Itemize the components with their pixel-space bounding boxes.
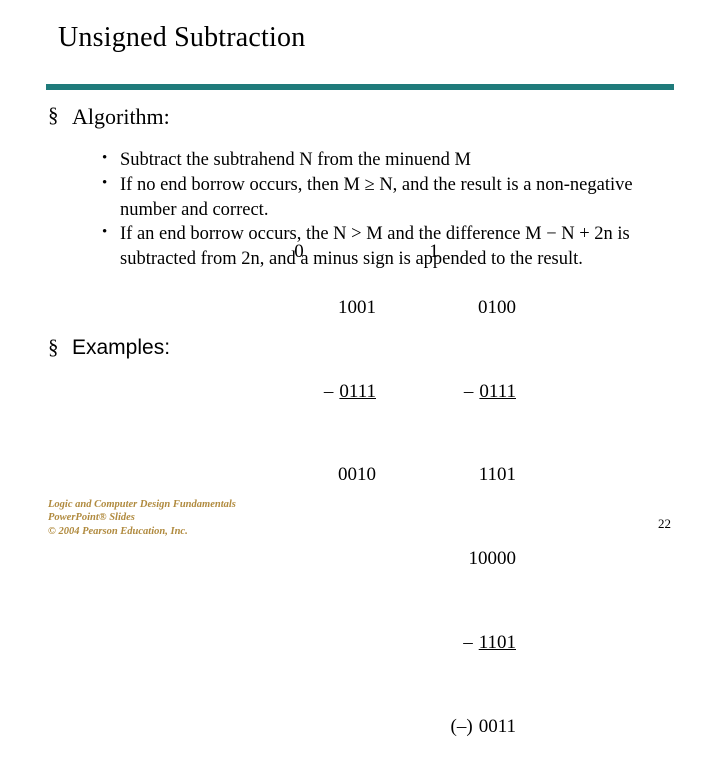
operator: – <box>463 631 473 653</box>
bullet-icon: • <box>102 174 108 191</box>
operator: – <box>463 380 474 402</box>
operand: 0111 <box>479 380 516 402</box>
bullet-icon: • <box>102 224 108 241</box>
page-number: 22 <box>658 516 671 531</box>
slide: Unsigned Subtraction § Algorithm: • Subt… <box>0 0 720 737</box>
operand: 0100 <box>478 296 516 318</box>
calc-row: 10000 <box>376 517 517 601</box>
calc-row: 0100 <box>376 266 516 350</box>
publisher-credit-line2: PowerPoint® Slides <box>48 512 135 524</box>
title-divider <box>46 84 674 90</box>
publisher-credit-line1: Logic and Computer Design Fundamentals <box>48 499 236 510</box>
operand: 0010 <box>338 464 376 486</box>
page-title: Unsigned Subtraction <box>58 22 306 53</box>
example-left: 0 1001 –0111 0010 <box>246 238 376 517</box>
borrow-digit: 1 <box>429 241 439 262</box>
operator: (–) <box>450 715 473 737</box>
calc-row: 0010 <box>246 433 376 517</box>
operand: 10000 <box>468 548 517 570</box>
publisher-credit: Logic and Computer Design Fundamentals P… <box>48 498 236 538</box>
bullet-icon: • <box>102 150 108 166</box>
section-bullet-icon: § <box>48 335 59 359</box>
operator: – <box>323 380 334 402</box>
list-item-text: If no end borrow occurs, then M ≥ N, and… <box>120 174 633 220</box>
operand: 0011 <box>478 715 516 737</box>
examples-heading: § Examples: <box>46 335 171 360</box>
calc-row: 1101 <box>376 433 516 517</box>
section-bullet-icon: § <box>48 103 59 127</box>
list-item: • Subtract the subtrahend N from the min… <box>46 148 686 173</box>
operand: 0111 <box>339 380 376 402</box>
operand: 1001 <box>338 296 376 318</box>
calc-row: 1001 <box>246 266 376 350</box>
calc-row: (–) 0011 <box>376 685 516 769</box>
publisher-credit-line3: © 2004 Pearson Education, Inc. <box>48 525 188 537</box>
example-right: 1 0100 –0111 1101 10000 –1101 (–) 0011 <box>376 238 516 769</box>
borrow-digit: 0 <box>294 241 304 262</box>
calc-row: –1101 <box>376 601 516 685</box>
operand: 1101 <box>478 464 516 486</box>
operand: 1101 <box>478 631 516 653</box>
list-item: • If no end borrow occurs, then M ≥ N, a… <box>46 173 686 223</box>
list-item-text: Subtract the subtrahend N from the minue… <box>120 150 471 170</box>
examples-heading-label: Examples: <box>72 336 171 359</box>
calc-row: –0111 <box>246 350 376 434</box>
algorithm-heading-label: Algorithm: <box>72 104 170 129</box>
algorithm-heading: § Algorithm: <box>46 103 686 130</box>
calc-row: –0111 <box>376 350 516 434</box>
